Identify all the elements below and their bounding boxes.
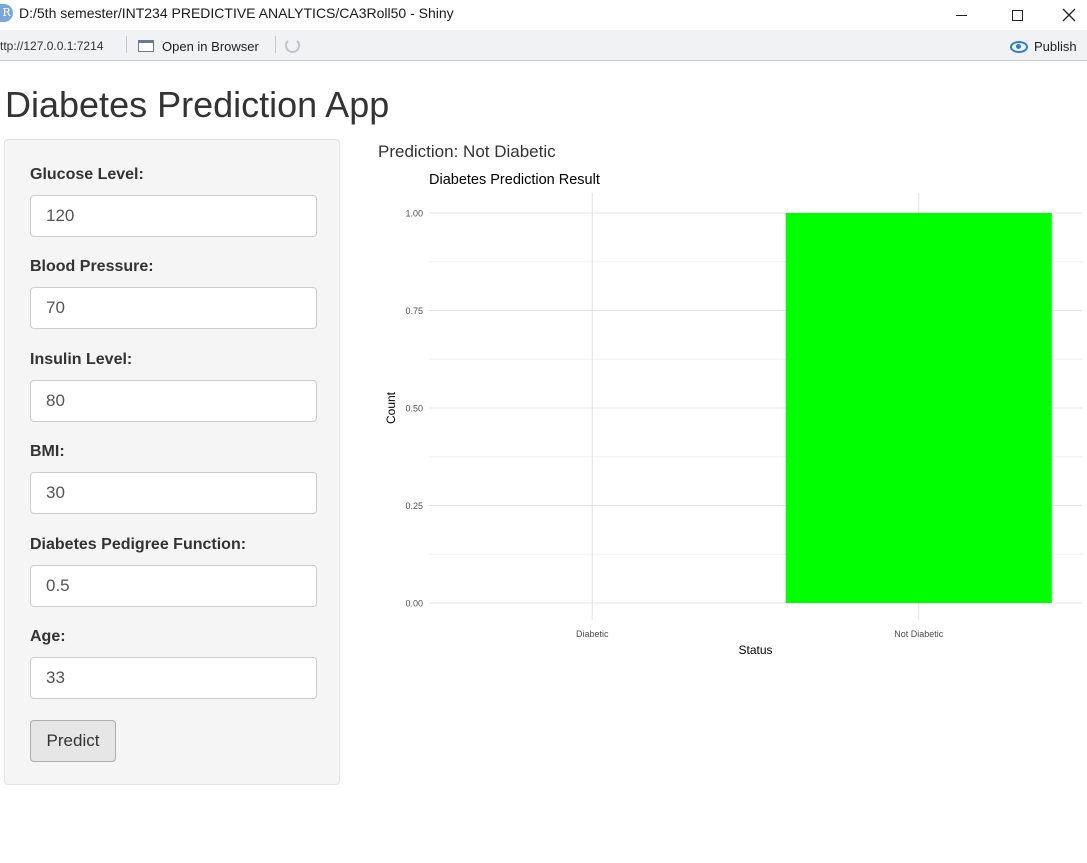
glucose-input[interactable]	[30, 195, 317, 237]
close-button[interactable]	[1046, 0, 1087, 30]
publish-button[interactable]: Publish	[1010, 38, 1077, 55]
bmi-label: BMI:	[30, 443, 65, 460]
y-tick-label: 0.75	[405, 306, 423, 316]
publish-label: Publish	[1034, 39, 1077, 54]
age-label: Age:	[30, 628, 66, 645]
window-titlebar: R D:/5th semester/INT234 PREDICTIVE ANAL…	[0, 0, 1087, 30]
browser-window-icon	[138, 40, 154, 52]
prediction-bar-chart: 0.00 0.25 0.50 0.75 1.00 Diabetic Not Diabetic…	[384, 172, 1082, 657]
toolbar-divider	[126, 36, 127, 53]
maximize-icon	[1011, 9, 1023, 21]
chart-title: Diabetes Prediction Result	[429, 172, 600, 188]
insulin-label: Insulin Level:	[30, 351, 133, 368]
y-tick-label: 0.50	[405, 404, 423, 414]
publish-icon	[1010, 40, 1028, 53]
page-title: Diabetes Prediction App	[5, 84, 390, 125]
window-title: D:/5th semester/INT234 PREDICTIVE ANALYT…	[19, 5, 454, 21]
x-tick-label: Diabetic	[576, 629, 609, 639]
y-tick-label: 1.00	[405, 209, 423, 219]
open-in-browser-label: Open in Browser	[162, 38, 259, 54]
viewer-toolbar: ttp://127.0.0.1:7214 Open in Browser Pub…	[0, 30, 1087, 61]
bmi-input[interactable]	[30, 472, 317, 514]
pedigree-input[interactable]	[30, 565, 317, 607]
bar-not-diabetic	[785, 213, 1052, 603]
close-icon	[1062, 8, 1076, 22]
blood-pressure-label: Blood Pressure:	[30, 258, 154, 275]
x-tick-label: Not Diabetic	[894, 629, 944, 639]
maximize-button[interactable]	[994, 0, 1040, 30]
open-in-browser-button[interactable]: Open in Browser	[138, 37, 259, 55]
blood-pressure-input[interactable]	[30, 287, 317, 329]
y-tick-label: 0.25	[405, 501, 423, 511]
minimize-icon	[955, 14, 967, 16]
minimize-button[interactable]	[938, 0, 984, 30]
refresh-icon[interactable]	[285, 38, 300, 53]
age-input[interactable]	[30, 657, 317, 699]
y-axis-title: Count	[384, 391, 398, 424]
x-axis-title: Status	[738, 643, 772, 657]
input-sidebar: Glucose Level: Blood Pressure: Insulin L…	[4, 139, 340, 785]
pedigree-label: Diabetes Pedigree Function:	[30, 536, 247, 553]
glucose-label: Glucose Level:	[30, 166, 144, 183]
predict-button[interactable]: Predict	[30, 720, 116, 762]
url-address[interactable]: ttp://127.0.0.1:7214	[0, 39, 103, 53]
r-app-icon: R	[0, 4, 13, 22]
insulin-input[interactable]	[30, 380, 317, 422]
y-tick-label: 0.00	[405, 599, 423, 609]
prediction-result-text: Prediction: Not Diabetic	[378, 142, 556, 161]
toolbar-divider	[275, 36, 276, 53]
